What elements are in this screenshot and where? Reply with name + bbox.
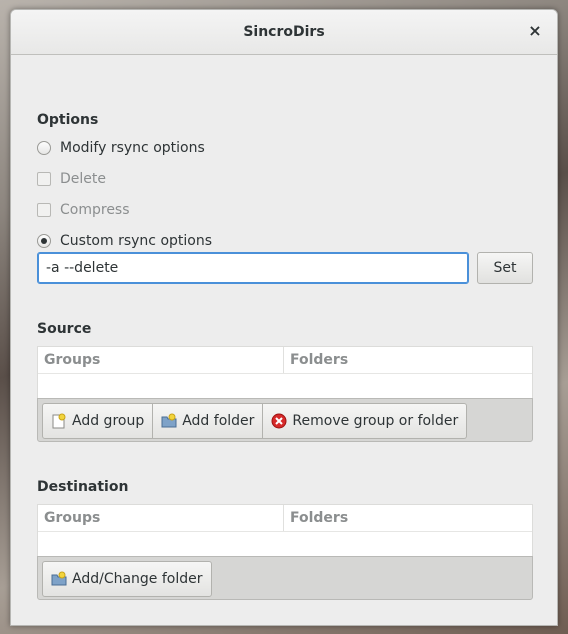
source-col-folders[interactable]: Folders: [284, 347, 532, 373]
window-title: SincroDirs: [243, 24, 325, 40]
add-folder-button[interactable]: Add folder: [153, 403, 264, 439]
source-table[interactable]: Groups Folders: [37, 346, 533, 400]
custom-rsync-label: Custom rsync options: [60, 233, 213, 249]
modify-rsync-option[interactable]: Modify rsync options: [37, 138, 205, 158]
close-button[interactable]: ×: [523, 20, 547, 44]
modify-rsync-radio[interactable]: [37, 141, 51, 155]
destination-table-header: Groups Folders: [38, 505, 532, 532]
add-group-icon: [51, 413, 67, 429]
add-group-label: Add group: [72, 413, 145, 429]
custom-rsync-radio[interactable]: [37, 234, 51, 248]
options-section-title: Options: [37, 112, 99, 128]
remove-icon: [271, 413, 287, 429]
destination-col-folders[interactable]: Folders: [284, 505, 532, 531]
source-section-title: Source: [37, 321, 92, 337]
custom-rsync-input[interactable]: -a --delete: [37, 252, 469, 284]
destination-toolbar: Add/Change folder: [37, 556, 533, 600]
add-change-folder-button[interactable]: Add/Change folder: [42, 561, 212, 597]
destination-section-title: Destination: [37, 479, 129, 495]
set-button[interactable]: Set: [477, 252, 533, 284]
compress-checkbox: [37, 203, 51, 217]
destination-table[interactable]: Groups Folders: [37, 504, 533, 558]
source-toolbar: Add group Add folder Remove group or fol…: [37, 398, 533, 442]
add-folder-label: Add folder: [182, 413, 255, 429]
app-window: SincroDirs × Options Modify rsync option…: [10, 9, 558, 626]
remove-label: Remove group or folder: [292, 413, 459, 429]
compress-option: Compress: [37, 200, 130, 220]
delete-option: Delete: [37, 169, 106, 189]
source-col-groups[interactable]: Groups: [38, 347, 284, 373]
add-change-folder-label: Add/Change folder: [72, 571, 203, 587]
custom-rsync-option[interactable]: Custom rsync options: [37, 231, 212, 251]
add-group-button[interactable]: Add group: [42, 403, 154, 439]
delete-checkbox: [37, 172, 51, 186]
modify-rsync-label: Modify rsync options: [60, 140, 205, 156]
remove-group-or-folder-button[interactable]: Remove group or folder: [263, 403, 468, 439]
source-table-header: Groups Folders: [38, 347, 532, 374]
add-change-folder-icon: [51, 571, 67, 587]
add-folder-icon: [161, 413, 177, 429]
close-icon: ×: [528, 21, 542, 40]
delete-label: Delete: [60, 171, 106, 187]
title-bar[interactable]: SincroDirs ×: [11, 10, 557, 55]
destination-col-groups[interactable]: Groups: [38, 505, 284, 531]
compress-label: Compress: [60, 202, 130, 218]
